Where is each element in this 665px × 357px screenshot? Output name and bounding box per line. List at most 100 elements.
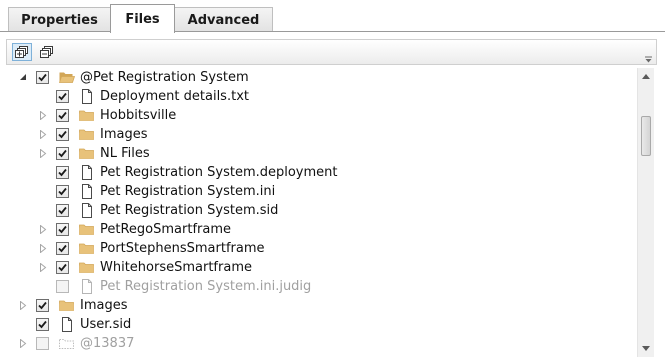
expand-node-toggle[interactable]	[38, 262, 48, 272]
scroll-up-button[interactable]	[638, 68, 654, 85]
tree-checkbox[interactable]	[56, 261, 69, 274]
tree-checkbox[interactable]	[36, 318, 49, 331]
expand-node-toggle[interactable]	[38, 148, 48, 158]
tree-item-label: @13837	[80, 336, 135, 351]
arrow-up-icon	[642, 74, 650, 79]
file-icon	[79, 165, 95, 180]
tree-row[interactable]: Pet Registration System.deployment	[6, 163, 633, 182]
expand-all-icon	[15, 46, 28, 58]
file-icon	[79, 279, 95, 294]
file-icon	[79, 203, 95, 218]
tree-checkbox[interactable]	[56, 147, 69, 160]
file-icon	[79, 184, 95, 199]
tree-item-label: Pet Registration System.ini	[100, 184, 276, 199]
tree-item-label: Pet Registration System.ini.judig	[100, 279, 312, 294]
expand-all-button[interactable]	[12, 43, 32, 61]
expand-node-toggle[interactable]	[38, 129, 48, 139]
tree-row[interactable]: Hobbitsville	[6, 106, 633, 125]
tree-row[interactable]: WhitehorseSmartframe	[6, 258, 633, 277]
files-panel: @Pet Registration System Deployment detai…	[0, 31, 665, 357]
vertical-scrollbar[interactable]	[637, 68, 654, 357]
checkmark-icon	[38, 320, 47, 329]
tree-row[interactable]: @13837	[6, 334, 633, 353]
collapse-all-button[interactable]	[37, 43, 57, 61]
tree-checkbox[interactable]	[56, 109, 69, 122]
tree-row[interactable]: Deployment details.txt	[6, 87, 633, 106]
tree-row[interactable]: Pet Registration System.ini.judig	[6, 277, 633, 296]
tree-checkbox[interactable]	[56, 204, 69, 217]
tree-item-label: Hobbitsville	[100, 108, 177, 123]
folder-icon	[79, 146, 95, 161]
folder-placeholder-icon	[59, 336, 75, 351]
scroll-thumb[interactable]	[641, 116, 651, 156]
file-icon	[59, 317, 75, 332]
checkmark-icon	[38, 301, 47, 310]
tree-checkbox[interactable]	[36, 337, 49, 350]
tab-advanced[interactable]: Advanced	[174, 7, 273, 32]
tree-checkbox[interactable]	[56, 185, 69, 198]
tree-checkbox[interactable]	[56, 242, 69, 255]
tree-row[interactable]: Pet Registration System.ini	[6, 182, 633, 201]
collapse-node-toggle[interactable]	[18, 72, 28, 82]
folder-open-icon	[58, 70, 76, 85]
tree-item-label: Pet Registration System.sid	[100, 203, 279, 218]
tree-toolbar	[6, 39, 657, 65]
tree-item-label: Images	[80, 298, 128, 313]
tree-item-label: NL Files	[100, 146, 150, 161]
expand-node-toggle[interactable]	[38, 224, 48, 234]
expand-node-toggle[interactable]	[18, 300, 28, 310]
chevron-down-icon	[645, 56, 652, 63]
expand-node-toggle[interactable]	[38, 243, 48, 253]
collapsed-arrow-icon	[40, 243, 47, 253]
scroll-down-button[interactable]	[638, 340, 654, 357]
tree-item-label: Deployment details.txt	[100, 89, 249, 104]
arrow-down-icon	[642, 346, 650, 351]
tree-checkbox[interactable]	[56, 166, 69, 179]
tree-checkbox[interactable]	[56, 90, 69, 103]
tree-item-label: PortStephensSmartframe	[100, 241, 265, 256]
tree-checkbox[interactable]	[56, 280, 69, 293]
checkmark-icon	[58, 263, 67, 272]
tree-checkbox[interactable]	[36, 71, 49, 84]
folder-icon	[59, 298, 75, 313]
tree-row[interactable]: Images	[6, 125, 633, 144]
tree-row[interactable]: Pet Registration System.sid	[6, 201, 633, 220]
checkmark-icon	[38, 73, 47, 82]
checkmark-icon	[58, 206, 67, 215]
expand-node-toggle[interactable]	[38, 110, 48, 120]
expand-node-toggle[interactable]	[18, 338, 28, 348]
checkmark-icon	[58, 168, 67, 177]
tree-checkbox[interactable]	[56, 223, 69, 236]
folder-icon	[79, 241, 95, 256]
tree-checkbox[interactable]	[36, 299, 49, 312]
checkmark-icon	[58, 225, 67, 234]
checkmark-icon	[58, 92, 67, 101]
tree-row[interactable]: PetRegoSmartframe	[6, 220, 633, 239]
tree-item-label: @Pet Registration System	[80, 70, 249, 85]
tab-strip: Properties Files Advanced	[0, 0, 665, 33]
toolbar-overflow-button[interactable]	[642, 41, 655, 63]
tree-item-label: PetRegoSmartframe	[100, 222, 231, 237]
collapsed-arrow-icon	[40, 148, 47, 158]
tree-row[interactable]: NL Files	[6, 144, 633, 163]
checkmark-icon	[58, 244, 67, 253]
collapse-all-icon	[40, 46, 53, 58]
tree-item-label: User.sid	[80, 317, 132, 332]
collapsed-arrow-icon	[40, 262, 47, 272]
folder-icon	[79, 222, 95, 237]
tree-checkbox[interactable]	[56, 128, 69, 141]
tab-files[interactable]: Files	[110, 4, 175, 33]
collapsed-arrow-icon	[40, 224, 47, 234]
collapsed-arrow-icon	[20, 300, 27, 310]
collapsed-arrow-icon	[40, 129, 47, 139]
tree-row[interactable]: PortStephensSmartframe	[6, 239, 633, 258]
tab-properties[interactable]: Properties	[8, 7, 111, 32]
collapsed-arrow-icon	[40, 110, 47, 120]
tree-row[interactable]: @Pet Registration System	[6, 68, 633, 87]
tree-row[interactable]: User.sid	[6, 315, 633, 334]
tree-row[interactable]: Images	[6, 296, 633, 315]
tree-item-label: WhitehorseSmartframe	[100, 260, 252, 275]
file-icon	[79, 89, 95, 104]
file-tree: @Pet Registration System Deployment detai…	[6, 68, 633, 357]
tree-item-label: Images	[100, 127, 148, 142]
